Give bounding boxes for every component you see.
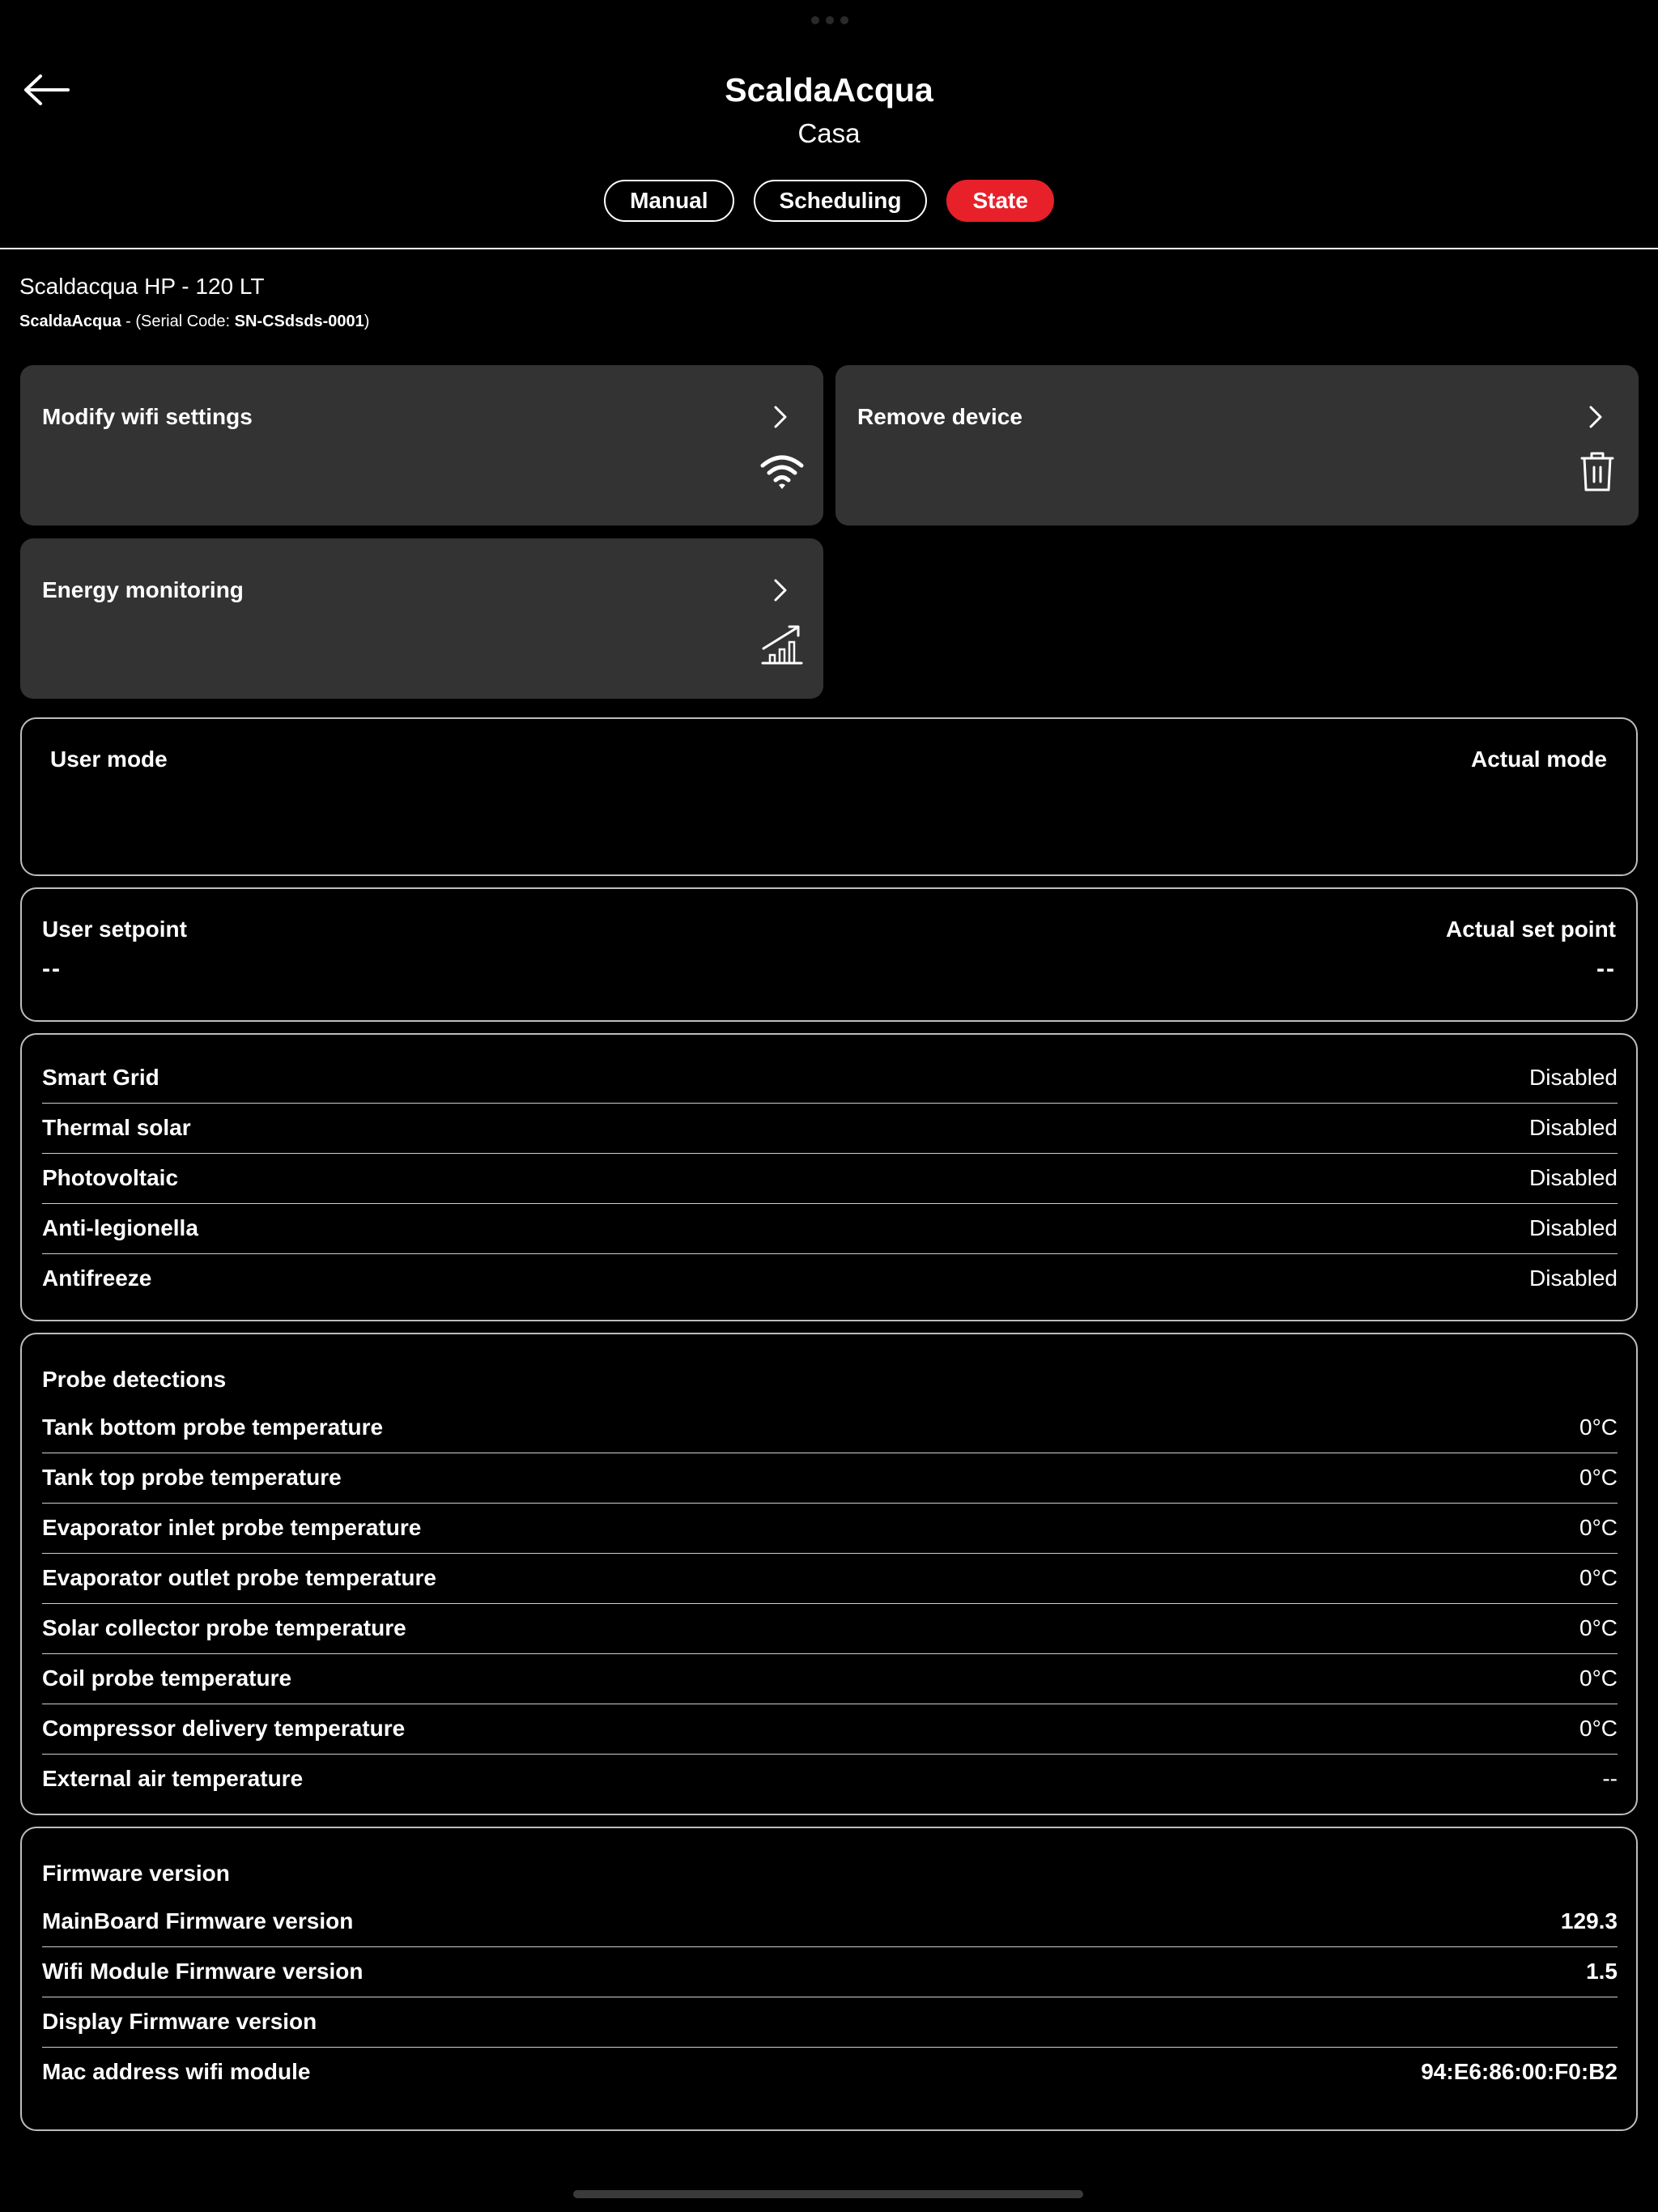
chevron-right-icon xyxy=(774,579,787,602)
feature-label: Thermal solar xyxy=(42,1115,191,1140)
feature-row-antifreeze: Antifreeze Disabled xyxy=(42,1253,1618,1304)
probe-label: Evaporator outlet probe temperature xyxy=(42,1565,436,1590)
tab-scheduling[interactable]: Scheduling xyxy=(753,180,928,222)
user-setpoint-label: User setpoint xyxy=(42,917,187,942)
probe-label: Compressor delivery temperature xyxy=(42,1716,406,1741)
modify-wifi-label: Modify wifi settings xyxy=(42,404,253,429)
feature-row-anti-legionella: Anti-legionella Disabled xyxy=(42,1203,1618,1253)
tab-manual[interactable]: Manual xyxy=(604,180,734,222)
probe-row: Evaporator inlet probe temperature 0°C xyxy=(42,1503,1618,1553)
setpoint-card: User setpoint -- Actual set point -- xyxy=(20,887,1638,1022)
feature-value: Disabled xyxy=(1529,1115,1618,1140)
probe-row: Compressor delivery temperature 0°C xyxy=(42,1704,1618,1754)
actual-setpoint-value: -- xyxy=(1596,955,1616,982)
serial-prefix: - (Serial Code: xyxy=(121,313,235,330)
firmware-row: MainBoard Firmware version 129.3 xyxy=(42,1896,1618,1946)
firmware-card: Firmware version MainBoard Firmware vers… xyxy=(20,1827,1638,2131)
feature-value: Disabled xyxy=(1529,1215,1618,1240)
modify-wifi-tile[interactable]: Modify wifi settings xyxy=(20,365,823,525)
chevron-right-icon xyxy=(1589,406,1602,428)
feature-label: Photovoltaic xyxy=(42,1165,179,1190)
feature-value: Disabled xyxy=(1529,1165,1618,1190)
firmware-value: 1.5 xyxy=(1586,1959,1618,1984)
page-subtitle: Casa xyxy=(797,118,861,148)
probe-row: Solar collector probe temperature 0°C xyxy=(42,1603,1618,1653)
mode-card: User mode Actual mode xyxy=(20,717,1638,876)
probe-value: 0°C xyxy=(1579,1716,1618,1741)
feature-value: Disabled xyxy=(1529,1266,1618,1291)
home-indicator[interactable] xyxy=(573,2190,1083,2198)
firmware-label: MainBoard Firmware version xyxy=(42,1908,354,1933)
wifi-icon xyxy=(760,455,804,489)
firmware-label: Display Firmware version xyxy=(42,2009,317,2034)
feature-label: Anti-legionella xyxy=(42,1215,198,1240)
chevron-right-icon xyxy=(774,406,787,428)
probe-row: Tank bottom probe temperature 0°C xyxy=(42,1402,1618,1453)
user-mode-label: User mode xyxy=(50,747,168,772)
features-card: Smart Grid Disabled Thermal solar Disabl… xyxy=(20,1033,1638,1321)
probe-value: 0°C xyxy=(1579,1515,1618,1540)
energy-monitoring-tile[interactable]: Energy monitoring xyxy=(20,538,823,699)
actual-mode-label: Actual mode xyxy=(1470,747,1607,772)
feature-row-smart-grid: Smart Grid Disabled xyxy=(42,1053,1618,1103)
firmware-row: Display Firmware version xyxy=(42,1997,1618,2047)
actual-setpoint-label: Actual set point xyxy=(1445,917,1616,942)
probe-row: Coil probe temperature 0°C xyxy=(42,1653,1618,1704)
firmware-label: Mac address wifi module xyxy=(42,2059,311,2084)
remove-device-label: Remove device xyxy=(857,404,1022,429)
feature-value: Disabled xyxy=(1529,1065,1618,1090)
device-name: ScaldaAcqua xyxy=(19,313,121,330)
probe-label: Coil probe temperature xyxy=(42,1665,292,1691)
probe-label: Solar collector probe temperature xyxy=(42,1615,406,1640)
firmware-label: Wifi Module Firmware version xyxy=(42,1959,363,1984)
probe-detections-card: Probe detections Tank bottom probe tempe… xyxy=(20,1333,1638,1815)
probe-row: External air temperature -- xyxy=(42,1754,1618,1804)
energy-monitoring-label: Energy monitoring xyxy=(42,577,244,602)
probe-value: -- xyxy=(1602,1766,1618,1791)
probe-value: 0°C xyxy=(1579,1665,1618,1691)
header-divider xyxy=(0,248,1658,249)
probe-value: 0°C xyxy=(1579,1465,1618,1490)
remove-device-tile[interactable]: Remove device xyxy=(835,365,1639,525)
chart-growth-icon xyxy=(761,625,803,665)
probe-value: 0°C xyxy=(1579,1414,1618,1440)
trash-icon xyxy=(1580,452,1614,491)
feature-row-thermal-solar: Thermal solar Disabled xyxy=(42,1103,1618,1153)
firmware-value: 129.3 xyxy=(1560,1908,1618,1933)
probe-label: External air temperature xyxy=(42,1766,304,1791)
device-model: Scaldacqua HP - 120 LT xyxy=(19,274,265,299)
page-title: ScaldaAcqua xyxy=(725,71,933,108)
serial-suffix: ) xyxy=(363,313,370,330)
multitasking-dots[interactable] xyxy=(811,16,848,24)
firmware-row: Wifi Module Firmware version 1.5 xyxy=(42,1946,1618,1997)
probe-label: Tank bottom probe temperature xyxy=(42,1414,384,1440)
feature-label: Smart Grid xyxy=(42,1065,159,1090)
probe-detections-title: Probe detections xyxy=(42,1367,227,1392)
device-serial-line: ScaldaAcqua - (Serial Code: SN-CSdsds-00… xyxy=(19,313,369,331)
mode-tabs: Manual Scheduling State xyxy=(0,180,1658,222)
feature-label: Antifreeze xyxy=(42,1266,152,1291)
probe-label: Tank top probe temperature xyxy=(42,1465,342,1490)
tab-state[interactable]: State xyxy=(946,180,1054,222)
firmware-value: 94:E6:86:00:F0:B2 xyxy=(1421,2059,1618,2084)
probe-row: Evaporator outlet probe temperature 0°C xyxy=(42,1553,1618,1603)
firmware-row: Mac address wifi module 94:E6:86:00:F0:B… xyxy=(42,2047,1618,2097)
probe-label: Evaporator inlet probe temperature xyxy=(42,1515,422,1540)
probe-row: Tank top probe temperature 0°C xyxy=(42,1453,1618,1503)
probe-value: 0°C xyxy=(1579,1565,1618,1590)
user-setpoint-value: -- xyxy=(42,955,62,982)
serial-code: SN-CSdsds-0001 xyxy=(234,313,364,330)
probe-value: 0°C xyxy=(1579,1615,1618,1640)
state-screen: ScaldaAcqua Casa Manual Scheduling State… xyxy=(0,0,1658,2212)
feature-row-photovoltaic: Photovoltaic Disabled xyxy=(42,1153,1618,1203)
firmware-title: Firmware version xyxy=(42,1861,230,1886)
